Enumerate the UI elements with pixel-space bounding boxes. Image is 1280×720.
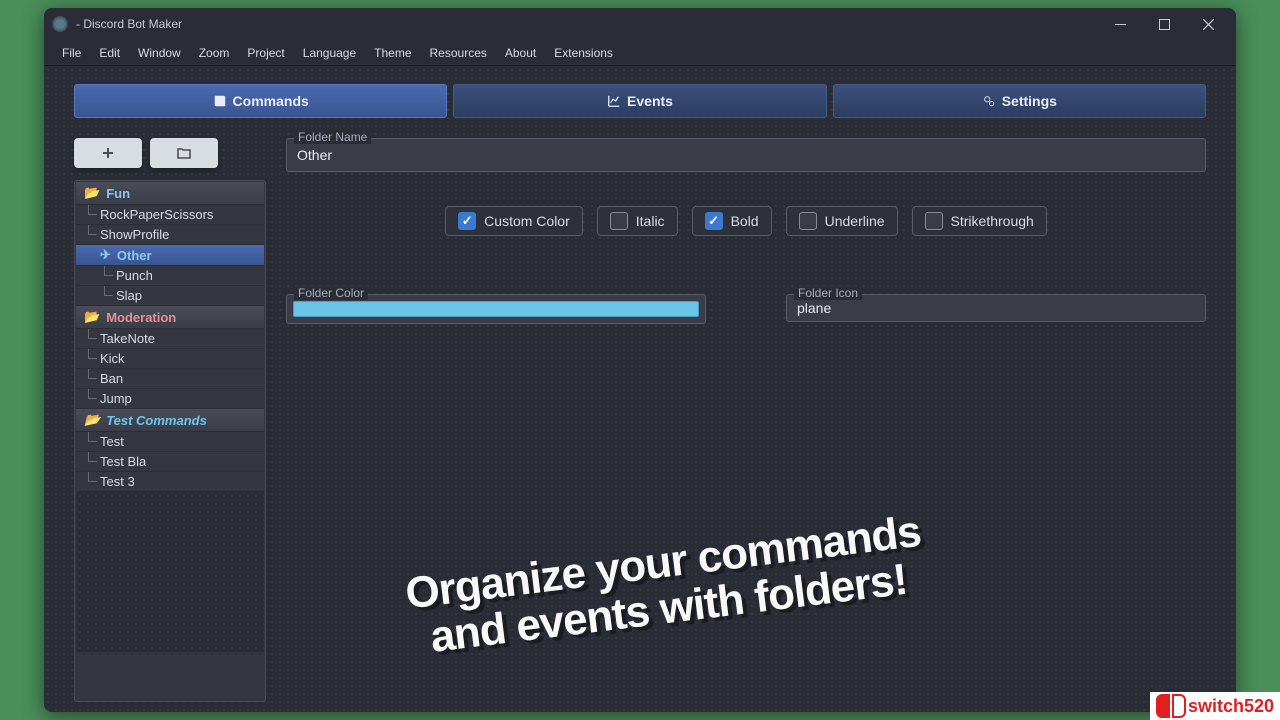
checkbox-icon <box>705 212 723 230</box>
tab-label: Commands <box>233 93 309 109</box>
tree-item[interactable]: Jump <box>76 389 264 409</box>
tree-folder-other[interactable]: ✈Other <box>76 245 264 266</box>
chart-icon <box>607 94 621 108</box>
tree-item[interactable]: Test Bla <box>76 452 264 472</box>
titlebar: - Discord Bot Maker <box>44 8 1236 40</box>
tree-item[interactable]: TakeNote <box>76 329 264 349</box>
tab-events[interactable]: Events <box>453 84 826 118</box>
checkbox-underline[interactable]: Underline <box>786 206 898 236</box>
menu-zoom[interactable]: Zoom <box>191 43 238 63</box>
main-area: 📂Fun RockPaperScissors ShowProfile ✈Othe… <box>74 138 1206 702</box>
checkbox-strikethrough[interactable]: Strikethrough <box>912 206 1047 236</box>
maximize-button[interactable] <box>1144 10 1184 38</box>
tree-item[interactable]: Ban <box>76 369 264 389</box>
tab-commands[interactable]: Commands <box>74 84 447 118</box>
tree-empty-space <box>76 492 264 652</box>
folder-icon-label: Folder Icon <box>794 286 862 300</box>
checkbox-bold[interactable]: Bold <box>692 206 772 236</box>
folder-open-icon: 📂 <box>84 412 100 428</box>
close-button[interactable] <box>1188 10 1228 38</box>
folder-editor: Folder Name Custom Color Italic Bold Und… <box>286 138 1206 702</box>
main-tabs: Commands Events Settings <box>74 84 1206 118</box>
plane-icon: ✈ <box>100 247 111 263</box>
tab-label: Settings <box>1002 93 1057 109</box>
tree-item[interactable]: Slap <box>76 286 264 306</box>
tree-folder-fun[interactable]: 📂Fun <box>76 182 264 205</box>
folder-icon-group: Folder Icon <box>786 294 1206 324</box>
menu-extensions[interactable]: Extensions <box>546 43 621 63</box>
app-icon <box>52 16 68 32</box>
tree-folder-moderation[interactable]: 📂Moderation <box>76 306 264 329</box>
menu-edit[interactable]: Edit <box>91 43 128 63</box>
menu-theme[interactable]: Theme <box>366 43 419 63</box>
tree-folder-test[interactable]: 📂Test Commands <box>76 409 264 432</box>
book-icon <box>213 94 227 108</box>
tree-item[interactable]: ShowProfile <box>76 225 264 245</box>
content-area: Commands Events Settings 📂Fun RockPaperS… <box>44 66 1236 712</box>
menubar: File Edit Window Zoom Project Language T… <box>44 40 1236 66</box>
checkbox-icon <box>925 212 943 230</box>
folder-color-group: Folder Color <box>286 294 706 324</box>
watermark-text: switch520 <box>1188 696 1274 717</box>
checkbox-icon <box>799 212 817 230</box>
folder-color-label: Folder Color <box>294 286 368 300</box>
app-window: - Discord Bot Maker File Edit Window Zoo… <box>44 8 1236 712</box>
folder-color-swatch[interactable] <box>293 301 699 317</box>
add-button[interactable] <box>74 138 142 168</box>
watermark: switch520 <box>1150 692 1280 720</box>
checkbox-icon <box>458 212 476 230</box>
menu-file[interactable]: File <box>54 43 89 63</box>
tree-item[interactable]: Punch <box>76 266 264 286</box>
menu-project[interactable]: Project <box>239 43 292 63</box>
folder-button[interactable] <box>150 138 218 168</box>
gears-icon <box>982 94 996 108</box>
checkbox-icon <box>610 212 628 230</box>
command-tree[interactable]: 📂Fun RockPaperScissors ShowProfile ✈Othe… <box>74 180 266 702</box>
window-title: - Discord Bot Maker <box>76 17 1100 31</box>
tree-item[interactable]: Test 3 <box>76 472 264 492</box>
folder-name-group: Folder Name <box>286 138 1206 172</box>
menu-resources[interactable]: Resources <box>422 43 495 63</box>
folder-name-input[interactable] <box>286 138 1206 172</box>
menu-language[interactable]: Language <box>295 43 364 63</box>
tree-item[interactable]: Kick <box>76 349 264 369</box>
minimize-button[interactable] <box>1100 10 1140 38</box>
folder-name-label: Folder Name <box>294 130 371 144</box>
tree-item[interactable]: RockPaperScissors <box>76 205 264 225</box>
sidebar: 📂Fun RockPaperScissors ShowProfile ✈Othe… <box>74 138 266 702</box>
menu-window[interactable]: Window <box>130 43 189 63</box>
checkbox-custom-color[interactable]: Custom Color <box>445 206 583 236</box>
folder-open-icon: 📂 <box>84 185 100 201</box>
folder-open-icon: 📂 <box>84 309 100 325</box>
tree-item[interactable]: Test <box>76 432 264 452</box>
color-icon-row: Folder Color Folder Icon <box>286 294 1206 324</box>
switch-logo-right <box>1172 694 1186 718</box>
window-controls <box>1100 10 1228 38</box>
checkbox-italic[interactable]: Italic <box>597 206 678 236</box>
tab-settings[interactable]: Settings <box>833 84 1206 118</box>
sidebar-buttons <box>74 138 266 168</box>
style-checkboxes: Custom Color Italic Bold Underline Strik… <box>286 206 1206 236</box>
tab-label: Events <box>627 93 673 109</box>
switch-logo-left <box>1156 694 1170 718</box>
menu-about[interactable]: About <box>497 43 544 63</box>
